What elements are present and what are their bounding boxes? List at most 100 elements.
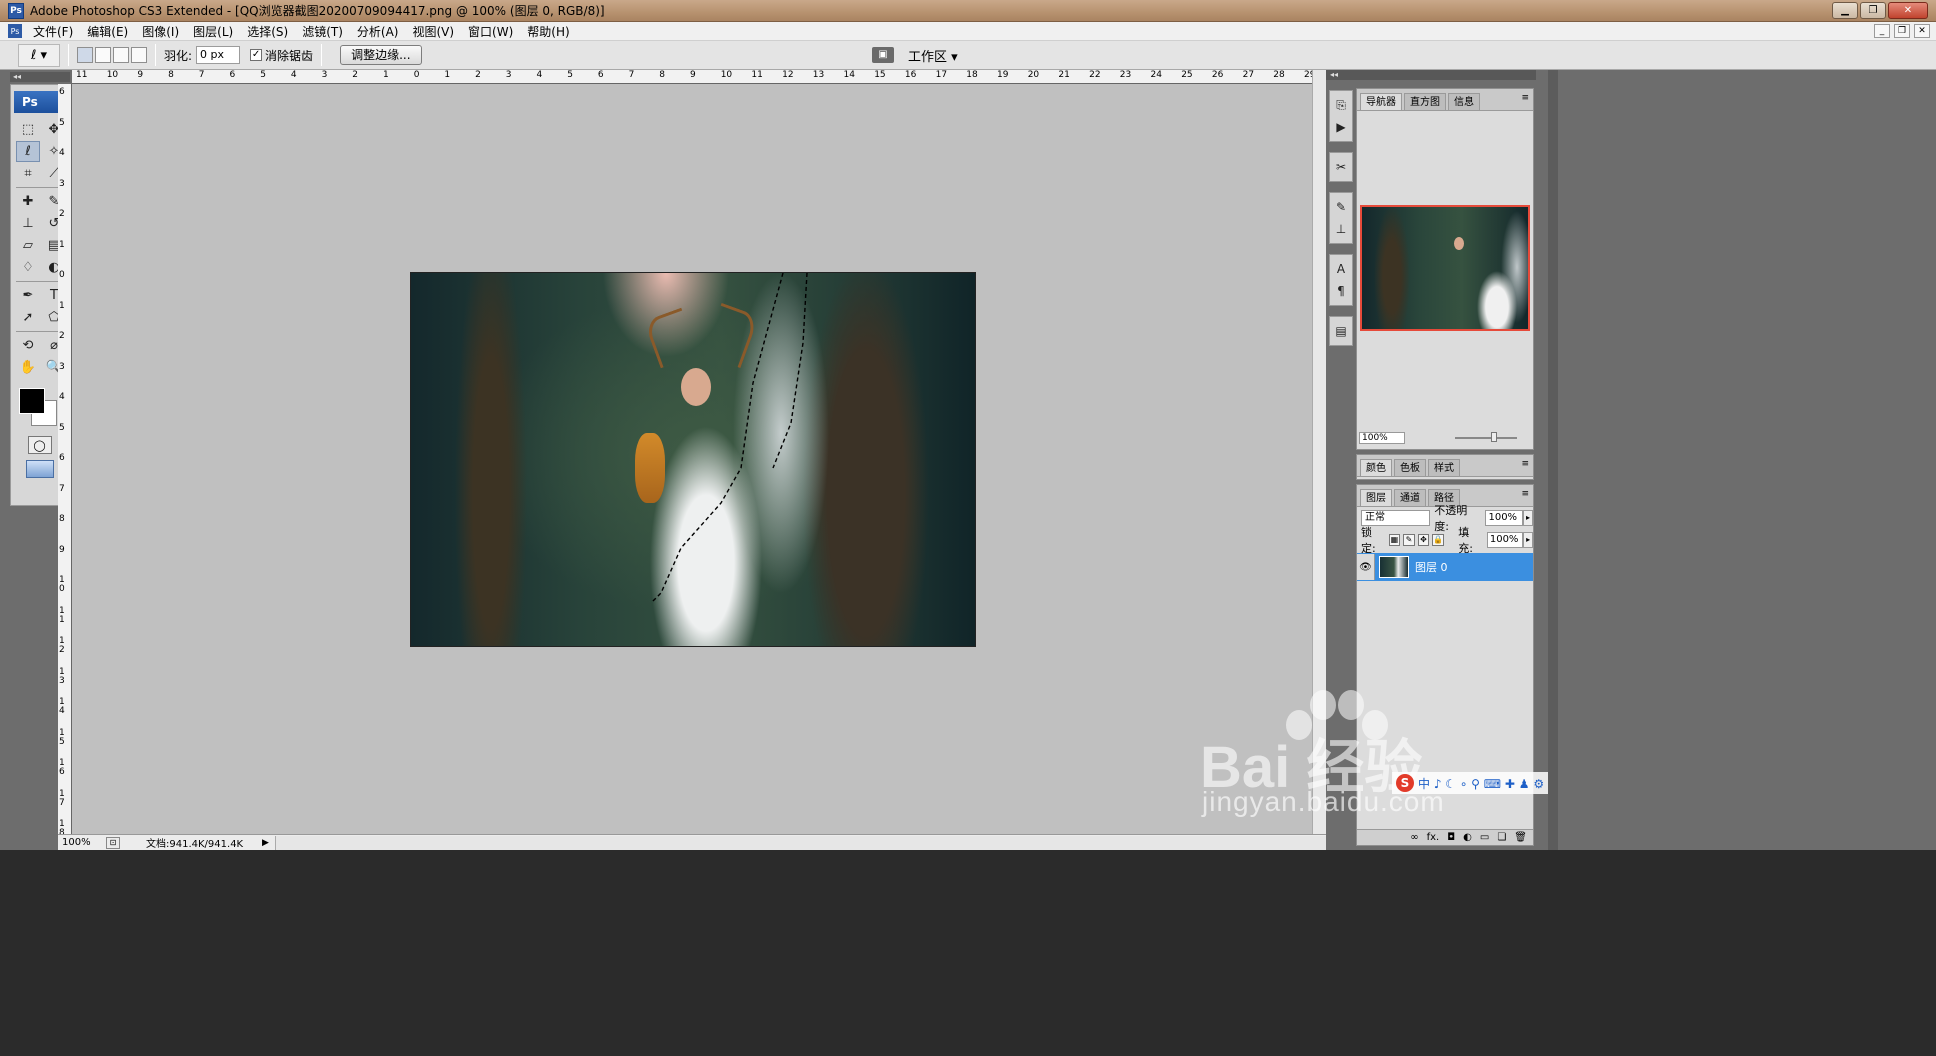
actions-icon[interactable]: ▶ bbox=[1330, 117, 1352, 137]
clone-stamp-icon[interactable]: ⊥ bbox=[16, 213, 40, 234]
character-icon[interactable]: A bbox=[1330, 259, 1352, 279]
adjustment-icon[interactable]: ◐ bbox=[1463, 832, 1472, 843]
minimize-button[interactable]: ▁ bbox=[1832, 2, 1858, 19]
tab-styles[interactable]: 样式 bbox=[1428, 459, 1460, 476]
navigator-zoom-slider[interactable] bbox=[1455, 432, 1517, 442]
tab-histogram[interactable]: 直方图 bbox=[1404, 93, 1446, 110]
opacity-input[interactable]: 100% bbox=[1485, 510, 1524, 526]
paragraph-icon[interactable]: ¶ bbox=[1330, 281, 1352, 301]
tab-swatches[interactable]: 色板 bbox=[1394, 459, 1426, 476]
opacity-arrow-icon[interactable]: ▸ bbox=[1523, 510, 1533, 526]
lock-pixels-icon[interactable]: ✎ bbox=[1403, 534, 1415, 546]
workspace-bridge-icon[interactable]: ▣ bbox=[872, 47, 894, 63]
panels-collapse-strip[interactable] bbox=[1356, 70, 1536, 80]
feather-input[interactable]: 0 px bbox=[196, 46, 241, 64]
canvas-area[interactable] bbox=[72, 84, 1312, 834]
lock-all-icon[interactable]: 🔒 bbox=[1432, 534, 1445, 546]
lock-position-icon[interactable]: ✥ bbox=[1417, 534, 1430, 546]
horizontal-scrollbar[interactable] bbox=[274, 835, 1326, 850]
brushes-icon[interactable]: ✎ bbox=[1330, 197, 1352, 217]
dock-collapse-strip[interactable]: ◂◂ bbox=[1326, 70, 1356, 80]
desktop-edge bbox=[1536, 70, 1936, 850]
tab-navigator[interactable]: 导航器 bbox=[1360, 93, 1402, 110]
pen-tool-icon[interactable]: ✒ bbox=[16, 285, 40, 306]
history-icon[interactable]: ⎘ bbox=[1330, 95, 1352, 115]
new-selection-button[interactable] bbox=[77, 47, 93, 63]
3d-rotate-icon[interactable]: ⟲ bbox=[16, 335, 40, 356]
menu-filter[interactable]: 滤镜(T) bbox=[295, 23, 350, 40]
slider-knob[interactable] bbox=[1491, 432, 1497, 442]
fill-input[interactable]: 100% bbox=[1486, 532, 1524, 548]
restore-button[interactable]: ❐ bbox=[1860, 2, 1886, 19]
status-info-icon[interactable]: ⊡ bbox=[106, 836, 120, 849]
antialias-checkbox[interactable]: ✓ 消除锯齿 bbox=[250, 47, 313, 64]
quick-mask-button[interactable]: ◯ bbox=[27, 436, 52, 454]
doc-minimize-button[interactable]: _ bbox=[1874, 24, 1890, 38]
menu-edit[interactable]: 编辑(E) bbox=[80, 23, 135, 40]
fill-arrow-icon[interactable]: ▸ bbox=[1523, 532, 1534, 548]
menu-file[interactable]: 文件(F) bbox=[26, 23, 80, 40]
ime-controls[interactable]: 中 ♪ ☾ ∘ ⚲ ⌨ ✚ ♟ ⚙ bbox=[1418, 775, 1544, 792]
add-selection-button[interactable] bbox=[95, 47, 111, 63]
link-icon[interactable]: ∞ bbox=[1410, 832, 1418, 843]
panel-menu-icon[interactable]: ≡ bbox=[1521, 489, 1529, 499]
tab-layers[interactable]: 图层 bbox=[1360, 489, 1392, 506]
screen-mode-button[interactable] bbox=[25, 460, 54, 478]
trash-icon[interactable]: 🗑 bbox=[1514, 832, 1527, 843]
workspace-button[interactable]: 工作区 ▾ bbox=[908, 46, 958, 65]
toolbox-collapse-strip[interactable]: ◂◂ bbox=[10, 72, 70, 82]
new-layer-icon[interactable]: ❏ bbox=[1497, 832, 1506, 843]
vertical-scrollbar[interactable] bbox=[1312, 70, 1326, 834]
panel-menu-icon[interactable]: ≡ bbox=[1521, 93, 1529, 103]
document-image[interactable] bbox=[410, 272, 976, 647]
document-icon[interactable]: Ps bbox=[8, 24, 22, 38]
folder-icon[interactable]: ▭ bbox=[1480, 832, 1489, 843]
tool-presets-icon[interactable]: ✂ bbox=[1330, 157, 1352, 177]
menu-window[interactable]: 窗口(W) bbox=[461, 23, 520, 40]
menu-image[interactable]: 图像(I) bbox=[135, 23, 186, 40]
ruler-tick-label: 24 bbox=[1150, 70, 1162, 80]
vertical-ruler[interactable]: 65432101234567891 01 11 21 31 41 51 61 7… bbox=[58, 84, 72, 834]
fx-icon[interactable]: fx. bbox=[1427, 832, 1440, 843]
crop-tool-icon[interactable]: ⌗ bbox=[16, 163, 40, 184]
intersect-selection-button[interactable] bbox=[131, 47, 147, 63]
menu-help[interactable]: 帮助(H) bbox=[520, 23, 576, 40]
layer-name[interactable]: 图层 0 bbox=[1415, 559, 1448, 575]
panel-menu-icon[interactable]: ≡ bbox=[1521, 459, 1529, 469]
lasso-tool-icon[interactable]: ℓ bbox=[16, 141, 40, 162]
doc-restore-button[interactable]: ❐ bbox=[1894, 24, 1910, 38]
tab-color[interactable]: 颜色 bbox=[1360, 459, 1392, 476]
menu-view[interactable]: 视图(V) bbox=[405, 23, 461, 40]
navigator-thumbnail[interactable] bbox=[1360, 205, 1530, 331]
subtract-selection-button[interactable] bbox=[113, 47, 129, 63]
path-select-icon[interactable]: ➚ bbox=[16, 307, 40, 328]
lock-transparent-icon[interactable]: ▦ bbox=[1388, 534, 1401, 546]
tab-info[interactable]: 信息 bbox=[1448, 93, 1480, 110]
foreground-color-swatch[interactable] bbox=[19, 388, 45, 414]
marquee-tool-icon[interactable]: ⬚ bbox=[16, 119, 40, 140]
refine-edge-button[interactable]: 调整边缘... bbox=[340, 45, 422, 65]
panel-collapse-bar[interactable] bbox=[1548, 70, 1558, 850]
tab-channels[interactable]: 通道 bbox=[1394, 489, 1426, 506]
close-button[interactable]: ✕ bbox=[1888, 2, 1928, 19]
layer-comps-icon[interactable]: ▤ bbox=[1330, 321, 1352, 341]
hand-tool-icon[interactable]: ✋ bbox=[16, 357, 40, 378]
navigator-zoom-input[interactable]: 100% bbox=[1359, 432, 1405, 444]
menu-select[interactable]: 选择(S) bbox=[240, 23, 295, 40]
healing-brush-icon[interactable]: ✚ bbox=[16, 191, 40, 212]
horizontal-ruler[interactable]: 11 10 9 8 7 6 5 4 3 2 1 0 1 2 3 4 5 6 7 8 9 10 11 12 13 14 15 16 17 1… bbox=[72, 70, 1312, 84]
doc-close-button[interactable]: ✕ bbox=[1914, 24, 1930, 38]
eraser-tool-icon[interactable]: ▱ bbox=[16, 235, 40, 256]
blur-tool-icon[interactable]: ♢ bbox=[16, 257, 40, 278]
mask-icon[interactable]: ◘ bbox=[1447, 832, 1455, 843]
visibility-eye-icon[interactable]: 👁 bbox=[1357, 554, 1375, 580]
status-menu-arrow[interactable]: ▶ bbox=[262, 838, 269, 848]
layer-row[interactable]: 👁 图层 0 bbox=[1357, 553, 1533, 581]
zoom-level[interactable]: 100% bbox=[58, 837, 102, 848]
menu-analysis[interactable]: 分析(A) bbox=[350, 23, 406, 40]
tool-preset-picker[interactable]: ℓ ▾ bbox=[18, 43, 60, 67]
menu-layer[interactable]: 图层(L) bbox=[186, 23, 240, 40]
clone-source-icon[interactable]: ⊥ bbox=[1330, 219, 1352, 239]
photoshop-app-icon[interactable]: Ps bbox=[8, 2, 24, 19]
sogou-logo[interactable]: S bbox=[1396, 774, 1414, 792]
